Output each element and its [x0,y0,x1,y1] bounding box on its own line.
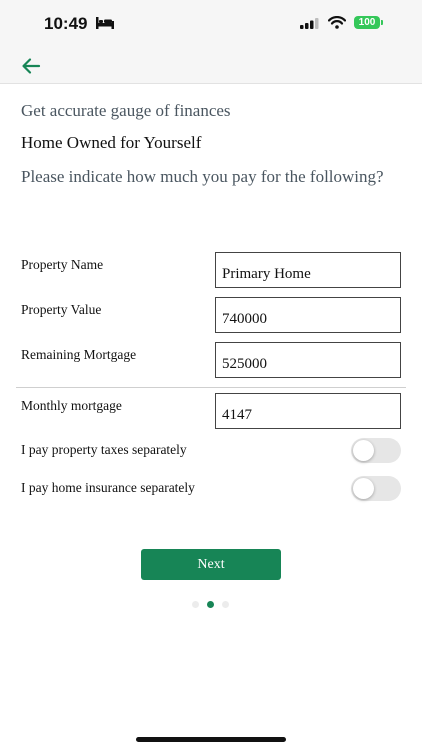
next-button[interactable]: Next [141,549,281,580]
property-value-label: Property Value [21,302,102,317]
back-button[interactable] [20,57,42,75]
property-name-label: Property Name [21,257,104,272]
battery-indicator: 100 [354,16,380,29]
status-bar: 10:49 100 [0,0,422,46]
instructions-text: Please indicate how much you pay for the… [21,167,384,186]
property-name-input[interactable] [215,252,401,288]
page-indicator-dot-active [207,601,214,608]
status-time: 10:49 [44,14,88,33]
wifi-icon [328,16,346,29]
section-divider [16,387,406,388]
remaining-mortgage-label: Remaining Mortgage [21,347,137,362]
page-subtitle: Get accurate gauge of finances [21,101,231,120]
toggle-knob [353,478,374,499]
monthly-mortgage-input[interactable] [215,393,401,429]
remaining-mortgage-input[interactable] [215,342,401,378]
property-taxes-toggle-label: I pay property taxes separately [21,442,187,457]
home-insurance-toggle-label: I pay home insurance separately [21,480,195,495]
page-indicator-dot [222,601,229,608]
property-taxes-toggle[interactable] [351,438,401,463]
nav-bar [0,46,422,84]
property-value-input[interactable] [215,297,401,333]
cellular-signal-icon [300,18,319,29]
battery-cap [381,20,383,25]
home-indicator [136,737,286,742]
home-insurance-toggle[interactable] [351,476,401,501]
toggle-knob [353,440,374,461]
arrow-left-icon [22,58,41,74]
section-title: Home Owned for Yourself [21,133,202,152]
monthly-mortgage-label: Monthly mortgage [21,398,122,413]
bed-icon [96,17,114,29]
page-indicator-dot [192,601,199,608]
